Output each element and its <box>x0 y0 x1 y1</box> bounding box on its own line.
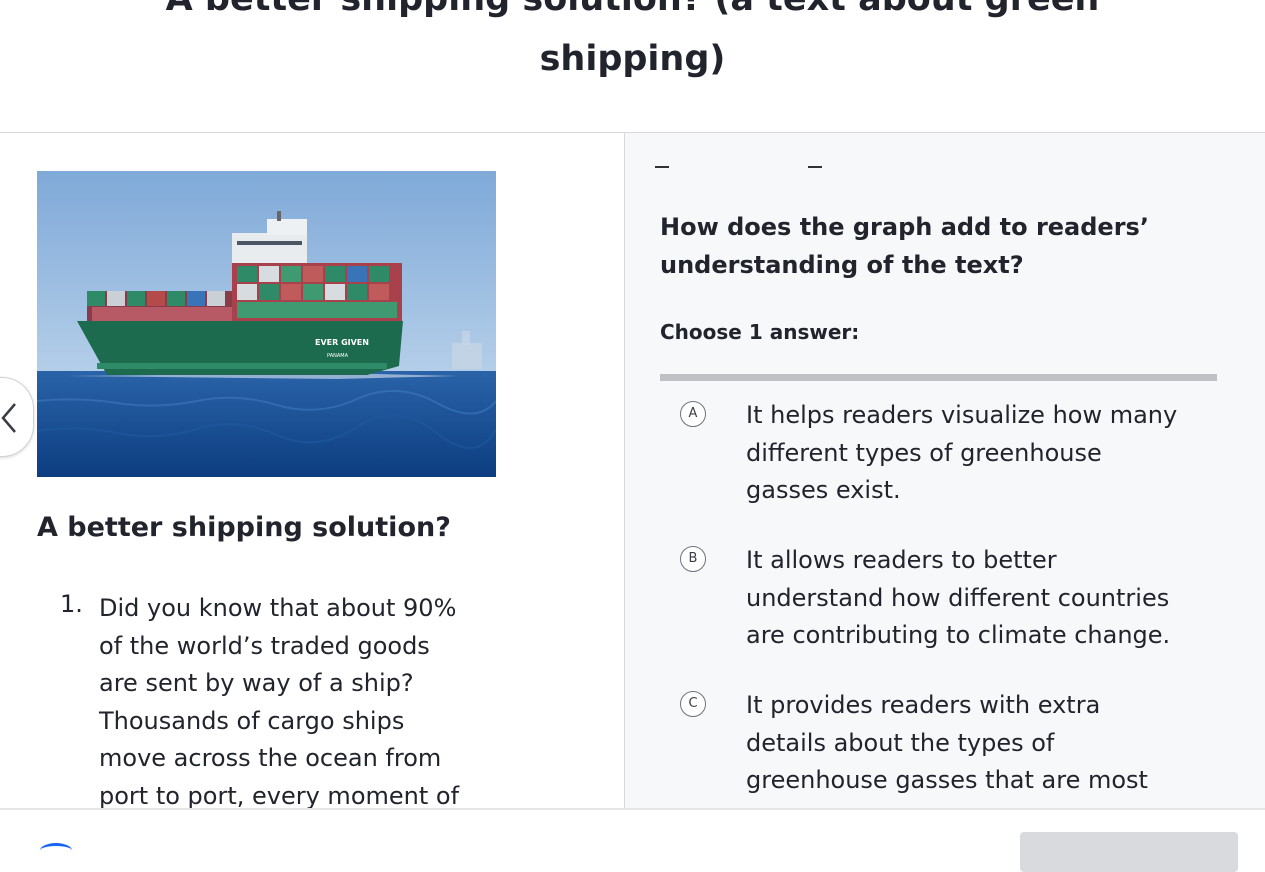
choice-line: different types of greenhouse <box>746 438 1102 467</box>
question-prompt: How does the graph add to readers’ under… <box>660 208 1220 284</box>
cargo-ship-photo: EVER GIVEN PANAMA <box>37 171 496 477</box>
choice-line: are contributing to climate change. <box>746 621 1171 649</box>
choice-a[interactable]: A It helps readers visualize how many di… <box>680 397 1240 513</box>
paragraph-line: Did you know that about 90% <box>99 594 457 622</box>
chevron-left-icon <box>0 402 19 437</box>
article-heading: A better shipping solution? <box>37 512 451 543</box>
choice-line: understand how different countries <box>746 583 1170 612</box>
ship-port: PANAMA <box>327 353 349 359</box>
check-button[interactable] <box>1020 832 1238 872</box>
title-line-2: shipping) <box>539 39 726 79</box>
paragraph-number: 1. <box>60 590 83 618</box>
ship-name: EVER GIVEN <box>315 338 369 347</box>
choose-label: Choose 1 answer: <box>660 320 860 344</box>
previous-button[interactable] <box>0 377 34 457</box>
title-line-1: A better shipping solution? (a text abou… <box>0 0 1265 24</box>
article-paragraph: Did you know that about 90% of the world… <box>99 590 529 815</box>
choice-text: It allows readers to better understand h… <box>746 542 1170 655</box>
choice-line: details about the types of <box>746 728 1055 757</box>
question-line: understanding of the text? <box>660 251 1024 279</box>
choice-line: It helps readers visualize how many <box>746 401 1178 429</box>
question-line: How does the graph add to readers’ <box>660 213 1149 241</box>
choice-text: It helps readers visualize how many diff… <box>746 397 1177 510</box>
clipped-text-fragment <box>655 166 669 168</box>
pane-divider <box>624 132 625 810</box>
choices-divider <box>660 374 1217 381</box>
paragraph-line: Thousands of cargo ships <box>99 706 405 735</box>
paragraph-line: are sent by way of a ship? <box>99 669 414 697</box>
choice-line: gasses exist. <box>746 476 901 504</box>
paragraph-line: of the world’s traded goods <box>99 631 430 660</box>
paragraph-line: move across the ocean from <box>99 744 442 772</box>
choice-line: It provides readers with extra <box>746 691 1101 719</box>
choice-b[interactable]: B It allows readers to better understand… <box>680 542 1240 658</box>
footer-divider <box>0 808 1265 810</box>
clipped-text-fragment <box>808 166 822 168</box>
choice-letter-bubble: B <box>680 546 706 572</box>
choice-letter-bubble: A <box>680 401 706 427</box>
choice-line: It allows readers to better <box>746 546 1057 574</box>
choice-text: It provides readers with extra details a… <box>746 687 1148 800</box>
choice-letter-bubble: C <box>680 691 706 717</box>
choice-c[interactable]: C It provides readers with extra details… <box>680 687 1240 803</box>
choice-line: greenhouse gasses that are most <box>746 766 1148 794</box>
